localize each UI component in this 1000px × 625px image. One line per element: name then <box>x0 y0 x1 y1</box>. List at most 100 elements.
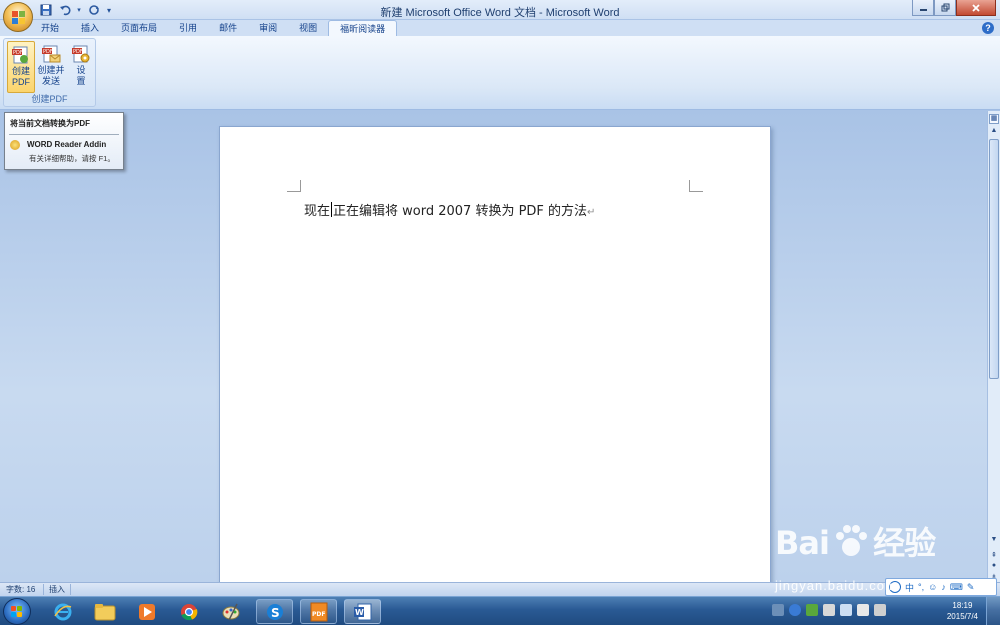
ribbon-tab-bar: 开始 插入 页面布局 引用 邮件 审阅 视图 福昕阅读器 ? <box>0 20 1000 36</box>
title-bar: ▾ ▾ 新建 Microsoft Office Word 文档 - Micros… <box>0 0 1000 20</box>
restore-button[interactable] <box>934 0 956 16</box>
svg-text:W: W <box>355 608 364 617</box>
scroll-up-icon[interactable]: ▲ <box>989 127 999 137</box>
tooltip-title: 将当前文档转换为PDF <box>10 119 90 128</box>
settings-icon: PDF <box>71 44 91 64</box>
sogou-browser-icon: S <box>266 603 283 620</box>
tab-review[interactable]: 审阅 <box>248 20 288 36</box>
taskbar-chrome[interactable] <box>170 599 207 624</box>
taskbar-word[interactable]: W <box>344 599 381 624</box>
create-and-send-button[interactable]: PDF 创建并 发送 <box>37 41 65 93</box>
paint-icon <box>222 603 239 620</box>
tray-expand-icon[interactable] <box>772 604 784 616</box>
ime-voice-icon[interactable]: ♪ <box>941 582 946 592</box>
tooltip-addin-name: WORD Reader Addin <box>27 140 107 149</box>
document-page[interactable]: 现在 正在编辑将 word 2007 转换为 PDF 的方法↵ <box>219 126 771 586</box>
text-before-caret: 现在 <box>304 204 331 219</box>
tray-flag-icon[interactable] <box>857 604 869 616</box>
ime-mode-label[interactable]: 中 <box>905 581 914 594</box>
scrollbar-thumb[interactable] <box>989 139 999 379</box>
taskbar-sogou[interactable]: S <box>256 599 293 624</box>
tooltip-help-text: 有关详细帮助，请按 F1。 <box>29 154 115 163</box>
office-button[interactable] <box>3 2 33 32</box>
tray-security-icon[interactable] <box>806 604 818 616</box>
text-caret <box>331 202 333 217</box>
watermark-logo-text: Bai <box>775 524 830 562</box>
ime-punctuation-icon[interactable]: °, <box>918 582 924 592</box>
ime-emoji-icon[interactable]: ☺ <box>928 582 937 592</box>
tooltip-divider <box>9 134 119 135</box>
document-text[interactable]: 现在 正在编辑将 word 2007 转换为 PDF 的方法↵ <box>304 200 595 219</box>
create-and-send-label-1: 创建并 <box>37 65 65 75</box>
taskbar-ie[interactable] <box>44 599 81 624</box>
create-pdf-button[interactable]: PDF 创建 PDF <box>7 41 35 93</box>
select-browse-object-icon[interactable]: ● <box>989 562 999 572</box>
watermark-url: jingyan.baidu.com <box>775 578 897 593</box>
vertical-scrollbar[interactable]: ▦ ▲ ▼ ⇞ ● ⇟ <box>987 111 1000 582</box>
ribbon-tabs: 开始 插入 页面布局 引用 邮件 审阅 视图 福昕阅读器 <box>30 20 398 36</box>
tab-view[interactable]: 视图 <box>288 20 328 36</box>
help-icon[interactable]: ? <box>982 22 994 34</box>
foxit-pdf-icon: PDF <box>310 602 327 621</box>
ribbon: PDF 创建 PDF PDF 创建并 发送 PDF 设 置 创建PDF <box>0 36 1000 110</box>
tab-insert[interactable]: 插入 <box>70 20 110 36</box>
tray-icons <box>772 604 886 616</box>
minimize-button[interactable] <box>912 0 934 16</box>
windows-logo-icon <box>11 606 23 618</box>
tray-help-icon[interactable] <box>789 604 801 616</box>
window-controls <box>912 0 996 16</box>
ruler-toggle-icon[interactable]: ▦ <box>989 114 999 124</box>
svg-text:PDF: PDF <box>73 49 83 55</box>
internet-explorer-icon <box>53 603 71 620</box>
settings-label-2: 置 <box>76 76 86 86</box>
ime-keyboard-icon[interactable]: ⌨ <box>950 582 963 593</box>
window-title: 新建 Microsoft Office Word 文档 - Microsoft … <box>380 7 620 19</box>
tab-page-layout[interactable]: 页面布局 <box>110 20 168 36</box>
taskbar-foxit-reader[interactable]: PDF <box>300 599 337 624</box>
watermark-jingyan-text: 经验 <box>873 524 936 562</box>
tray-volume-icon[interactable] <box>874 604 886 616</box>
taskbar-media-player[interactable] <box>128 599 165 624</box>
tray-network-icon[interactable] <box>840 604 852 616</box>
start-button[interactable] <box>3 598 31 625</box>
create-and-send-label-2: 发送 <box>41 76 60 86</box>
svg-text:PDF: PDF <box>43 49 53 55</box>
ribbon-group-label: 创建PDF <box>31 94 68 104</box>
settings-button[interactable]: PDF 设 置 <box>67 41 95 93</box>
create-pdf-label-2: PDF <box>12 77 30 87</box>
tab-mailings[interactable]: 邮件 <box>208 20 248 36</box>
paragraph-mark: ↵ <box>587 207 596 218</box>
media-player-icon <box>138 603 155 620</box>
insert-mode[interactable]: 插入 <box>49 584 65 596</box>
close-button[interactable] <box>956 0 996 16</box>
svg-text:S: S <box>271 606 280 620</box>
settings-label-1: 设 <box>76 65 86 75</box>
margin-corner-top-right <box>689 180 703 192</box>
ime-settings-icon[interactable]: ✎ <box>967 582 975 593</box>
taskbar-clock[interactable]: 18:19 2015/7/4 <box>947 600 978 622</box>
system-tray: 18:19 2015/7/4 <box>760 597 1000 625</box>
tab-foxit-reader[interactable]: 福昕阅读器 <box>328 20 398 36</box>
clock-time: 18:19 <box>952 601 973 610</box>
previous-page-icon[interactable]: ⇞ <box>989 551 999 561</box>
taskbar-explorer[interactable] <box>86 599 123 624</box>
create-pdf-icon: PDF <box>11 45 31 65</box>
document-workspace: 现在 正在编辑将 word 2007 转换为 PDF 的方法↵ <box>0 111 987 586</box>
taskbar-paint[interactable] <box>212 599 249 624</box>
word-count[interactable]: 字数: 16 <box>6 584 35 596</box>
tab-references[interactable]: 引用 <box>168 20 208 36</box>
tab-home[interactable]: 开始 <box>30 20 70 36</box>
create-pdf-label-1: 创建 <box>11 66 30 76</box>
addin-icon <box>10 140 20 150</box>
clock-date: 2015/7/4 <box>946 612 978 621</box>
scroll-down-icon[interactable]: ▼ <box>989 536 999 546</box>
svg-text:PDF: PDF <box>13 50 23 56</box>
create-and-send-icon: PDF <box>41 44 61 64</box>
tray-app-icon[interactable] <box>823 604 835 616</box>
margin-corner-top-left <box>287 180 301 192</box>
svg-text:PDF: PDF <box>312 611 325 618</box>
word-icon: W <box>353 603 371 620</box>
baidu-jingyan-watermark: Bai 经验 jingyan.baidu.com <box>775 518 936 593</box>
ime-toolbar[interactable]: 中 °, ☺ ♪ ⌨ ✎ <box>885 578 997 596</box>
show-desktop-button[interactable] <box>986 597 1000 625</box>
